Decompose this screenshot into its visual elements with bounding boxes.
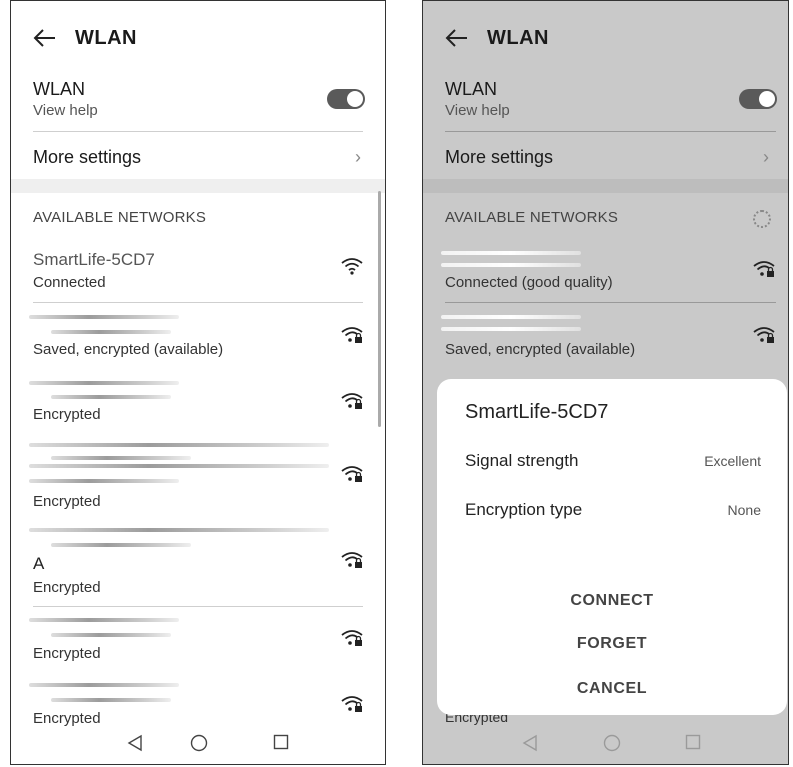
system-nav-bar	[11, 726, 385, 764]
wifi-lock-icon	[341, 552, 363, 568]
redacted-network-name	[51, 330, 171, 334]
nav-recents-icon[interactable]	[685, 734, 701, 750]
redacted-network-name	[51, 698, 171, 702]
divider	[33, 131, 363, 132]
cancel-button[interactable]: CANCEL	[437, 680, 787, 698]
nav-home-icon[interactable]	[603, 734, 621, 752]
redacted-network-name	[51, 456, 191, 460]
redacted-network-name	[51, 543, 191, 547]
wifi-lock-icon	[341, 466, 363, 482]
more-settings-item[interactable]: More settings	[445, 147, 553, 168]
page-title: WLAN	[75, 27, 137, 49]
redacted-network-name	[29, 381, 179, 385]
redacted-network-name	[29, 683, 179, 687]
redacted-network-name	[51, 395, 171, 399]
chevron-right-icon: ›	[763, 147, 769, 167]
back-arrow-icon[interactable]	[33, 28, 57, 48]
chevron-right-icon: ›	[355, 147, 361, 167]
network-status: Saved, encrypted (available)	[445, 341, 636, 358]
redacted-network-name	[29, 618, 179, 622]
encryption-type-label: Encryption type	[465, 500, 583, 519]
back-arrow-icon[interactable]	[445, 28, 469, 48]
divider	[445, 302, 776, 303]
nav-back-icon[interactable]	[127, 734, 143, 752]
network-status: Encrypted	[33, 493, 101, 510]
redacted-network-name	[441, 251, 581, 255]
available-networks-header: AVAILABLE NETWORKS	[33, 209, 207, 226]
wifi-lock-icon	[753, 261, 775, 277]
network-status: Connected (good quality)	[445, 274, 613, 291]
nav-back-icon[interactable]	[522, 734, 538, 752]
wifi-lock-icon	[753, 327, 775, 343]
redacted-network-name	[441, 327, 581, 331]
redacted-network-name	[51, 633, 171, 637]
view-help-link[interactable]: View help	[33, 102, 98, 119]
network-status: Encrypted	[33, 645, 101, 662]
dialog-title: SmartLife-5CD7	[465, 401, 609, 423]
wlan-label: WLAN	[33, 79, 86, 99]
wlan-label: WLAN	[445, 79, 498, 99]
redacted-network-name	[29, 528, 329, 532]
redacted-network-name	[29, 315, 179, 319]
wifi-lock-icon	[341, 630, 363, 646]
wlan-toggle-switch[interactable]	[739, 89, 777, 109]
app-bar: WLAN	[11, 1, 385, 79]
redacted-network-name	[441, 263, 581, 267]
view-help-link[interactable]: View help	[445, 102, 510, 119]
network-name: A	[33, 554, 45, 573]
wifi-lock-icon	[341, 327, 363, 343]
network-details-dialog: SmartLife-5CD7 Signal strength Excellent…	[437, 379, 787, 715]
redacted-network-name	[29, 479, 179, 483]
divider	[33, 606, 363, 607]
wifi-icon	[341, 258, 363, 275]
network-status: Encrypted	[33, 579, 101, 596]
more-settings-item[interactable]: More settings	[33, 147, 141, 168]
divider	[33, 302, 363, 303]
nav-home-icon[interactable]	[190, 734, 208, 752]
app-bar: WLAN	[423, 1, 788, 79]
system-nav-bar	[423, 726, 788, 764]
redacted-network-name	[441, 315, 581, 319]
network-status: Saved, encrypted (available)	[33, 341, 224, 358]
redacted-network-name	[29, 443, 329, 447]
wifi-lock-icon	[341, 393, 363, 409]
encryption-type-value: None	[727, 502, 761, 518]
redacted-network-name	[29, 464, 329, 468]
section-gap	[423, 179, 788, 193]
scrollbar[interactable]	[378, 191, 381, 427]
wlan-toggle-switch[interactable]	[327, 89, 365, 109]
loading-spinner-icon	[753, 210, 771, 228]
connect-button[interactable]: CONNECT	[437, 592, 787, 610]
left-screen: WLAN WLAN View help More settings › AVAI…	[10, 0, 386, 765]
network-name: SmartLife-5CD7	[33, 250, 155, 269]
section-gap	[11, 179, 385, 193]
divider	[445, 131, 776, 132]
right-screen: WLAN WLAN View help More settings › AVAI…	[422, 0, 789, 765]
nav-recents-icon[interactable]	[273, 734, 289, 750]
available-networks-header: AVAILABLE NETWORKS	[445, 209, 619, 226]
page-title: WLAN	[487, 27, 549, 49]
wifi-lock-icon	[341, 696, 363, 712]
signal-strength-label: Signal strength	[465, 451, 579, 470]
network-status: Encrypted	[33, 710, 101, 727]
network-status: Connected	[33, 274, 106, 291]
network-status: Encrypted	[33, 406, 101, 423]
signal-strength-value: Excellent	[704, 453, 761, 469]
forget-button[interactable]: FORGET	[437, 635, 787, 653]
